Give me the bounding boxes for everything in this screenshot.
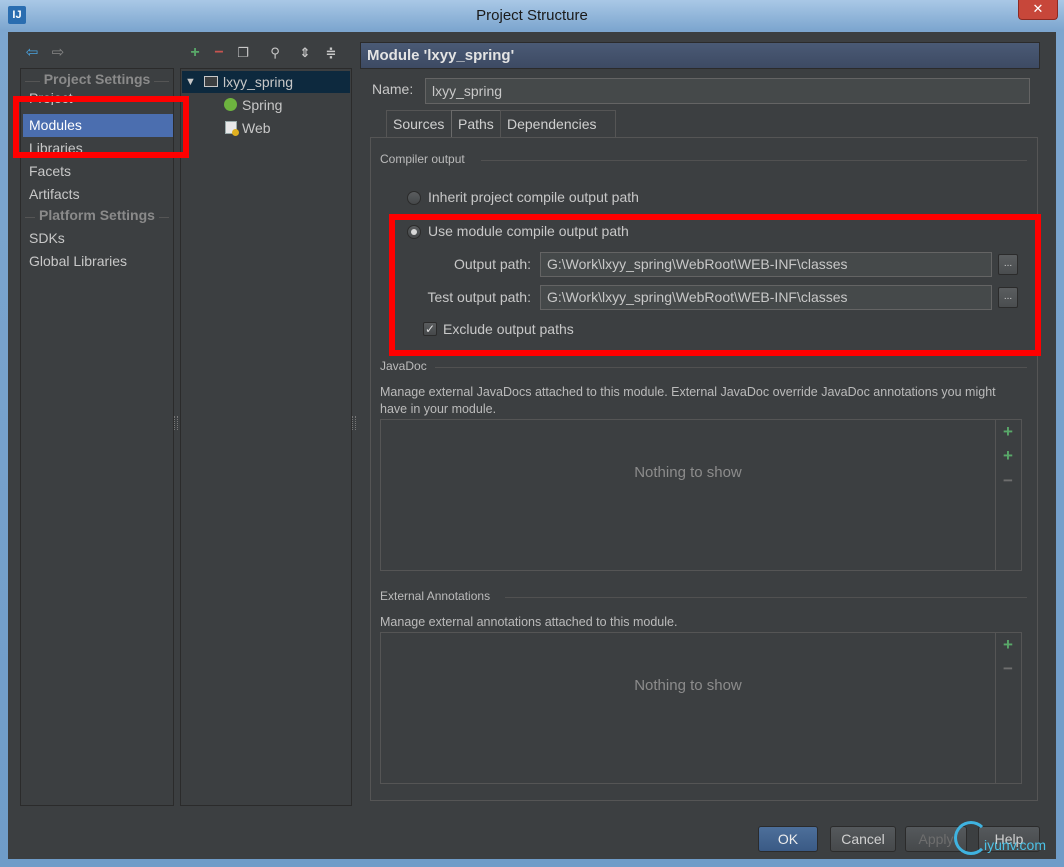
tab-paths[interactable]: Paths	[451, 110, 501, 138]
javadoc-description: Manage external JavaDocs attached to thi…	[380, 385, 996, 416]
tree-node-module[interactable]: ▼ lxyy_spring	[182, 71, 350, 93]
watermark-logo-icon	[954, 821, 988, 855]
javadoc-side-toolbar: + + −	[995, 420, 1021, 570]
section-title: Project Settings	[39, 71, 155, 87]
cancel-button[interactable]: Cancel	[830, 826, 896, 852]
forward-arrow-icon[interactable]: ⇨	[50, 45, 66, 61]
module-name-input[interactable]: lxyy_spring	[425, 78, 1030, 104]
group-divider	[481, 160, 1027, 161]
inherit-path-radio[interactable]	[407, 191, 421, 205]
add-icon[interactable]: +	[186, 44, 204, 62]
window-title: Project Structure	[476, 7, 588, 24]
remove-icon[interactable]: −	[210, 44, 228, 62]
title-bar: IJ Project Structure ✕	[0, 0, 1064, 32]
tree-node-label: lxyy_spring	[223, 74, 294, 90]
annotations-list[interactable]: Nothing to show + −	[380, 632, 1022, 784]
window-frame: IJ Project Structure ✕ ⇦ ⇨ Project Setti…	[0, 0, 1064, 867]
dialog-content: ⇦ ⇨ Project Settings Project Modules Lib…	[8, 32, 1056, 859]
tree-node-label: Spring	[242, 97, 283, 113]
group-divider	[505, 597, 1027, 598]
nav-toolbar: ⇦ ⇨	[18, 42, 178, 66]
back-arrow-icon[interactable]: ⇦	[24, 45, 40, 61]
modules-highlight-box	[13, 96, 189, 158]
tab-dependencies[interactable]: Dependencies	[500, 110, 616, 138]
find-icon[interactable]: ⚲	[266, 44, 284, 62]
splitter-handle[interactable]	[352, 416, 356, 430]
tree-node-web[interactable]: Web	[181, 117, 349, 139]
settings-nav-panel: Project Settings Project Modules Librari…	[20, 68, 174, 806]
inherit-path-label[interactable]: Inherit project compile output path	[428, 189, 639, 205]
module-tree-toolbar: + − ❐ ⚲ ⇕ ≑	[182, 42, 352, 66]
javadoc-title: JavaDoc	[380, 359, 427, 373]
section-header-project-settings: Project Settings	[21, 71, 173, 91]
close-window-button[interactable]: ✕	[1018, 0, 1058, 20]
nav-item-facets[interactable]: Facets	[21, 160, 173, 183]
tree-node-label: Web	[242, 120, 271, 136]
annotations-title: External Annotations	[380, 589, 491, 603]
name-label: Name:	[372, 81, 414, 97]
expand-all-icon[interactable]: ⇕	[296, 44, 314, 62]
watermark-text: iyunv.com	[984, 837, 1046, 853]
output-path-highlight-box	[389, 214, 1041, 356]
module-folder-icon	[204, 76, 218, 87]
annotations-side-toolbar: + −	[995, 633, 1021, 783]
expand-triangle-icon[interactable]: ▼	[185, 71, 196, 93]
web-facet-icon	[225, 121, 239, 136]
add-javadoc-icon[interactable]: +	[1000, 423, 1016, 440]
section-title: Platform Settings	[35, 207, 159, 223]
javadoc-empty-text: Nothing to show	[634, 464, 742, 481]
add-javadoc-url-icon[interactable]: +	[1000, 447, 1016, 464]
copy-icon[interactable]: ❐	[234, 44, 252, 62]
remove-annotation-icon[interactable]: −	[1000, 660, 1016, 677]
annotations-empty-text: Nothing to show	[634, 677, 742, 694]
spring-leaf-icon	[224, 98, 237, 111]
collapse-all-icon[interactable]: ≑	[322, 44, 340, 62]
nav-item-sdks[interactable]: SDKs	[21, 227, 173, 250]
splitter-handle[interactable]	[174, 416, 178, 430]
remove-javadoc-icon[interactable]: −	[1000, 472, 1016, 489]
nav-item-artifacts[interactable]: Artifacts	[21, 183, 173, 206]
tree-node-spring[interactable]: Spring	[181, 94, 349, 116]
module-header: Module 'lxyy_spring'	[360, 42, 1040, 69]
ok-button[interactable]: OK	[758, 826, 818, 852]
section-header-platform-settings: Platform Settings	[21, 207, 173, 227]
compiler-output-title: Compiler output	[380, 152, 465, 166]
annotations-description: Manage external annotations attached to …	[380, 615, 678, 629]
tab-sources[interactable]: Sources	[386, 110, 452, 138]
module-tree: ▼ lxyy_spring Spring Web	[180, 68, 352, 806]
group-divider	[435, 367, 1027, 368]
javadoc-list[interactable]: Nothing to show + + −	[380, 419, 1022, 571]
nav-item-global-libraries[interactable]: Global Libraries	[21, 250, 173, 273]
add-annotation-icon[interactable]: +	[1000, 636, 1016, 653]
